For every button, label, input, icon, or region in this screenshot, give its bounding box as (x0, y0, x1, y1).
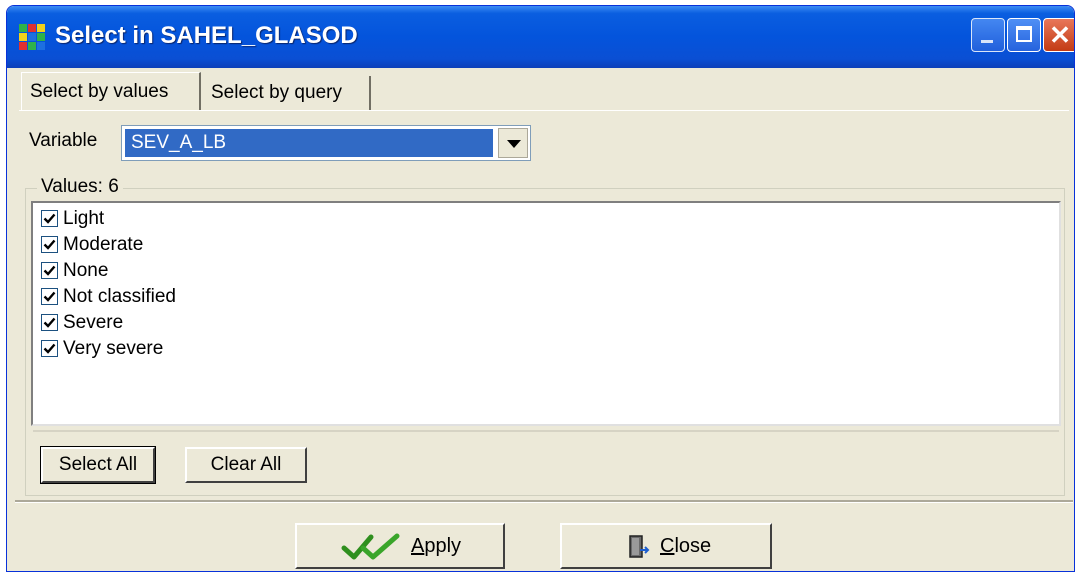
title-bar[interactable]: Select in SAHEL_GLASOD ✕ (7, 6, 1074, 68)
checkmark-icon (43, 239, 56, 250)
list-item-label: Very severe (63, 338, 164, 359)
checkbox[interactable] (41, 210, 58, 227)
maximize-button[interactable] (1007, 18, 1041, 52)
apply-label: Apply (411, 535, 462, 557)
list-bottom-divider (33, 430, 1059, 432)
close-icon: ✕ (1049, 20, 1071, 50)
values-count-label: Values: 6 (37, 176, 123, 198)
dropdown-button[interactable] (498, 128, 528, 158)
tab-panel-border (19, 110, 1069, 111)
checkbox[interactable] (41, 288, 58, 305)
tab-select-by-query[interactable]: Select by query (205, 76, 371, 110)
checkbox[interactable] (41, 236, 58, 253)
checkbox[interactable] (41, 340, 58, 357)
checkmark-icon (43, 265, 56, 276)
list-item-label: Moderate (63, 234, 144, 255)
minimize-icon (981, 40, 993, 43)
window-title: Select in SAHEL_GLASOD (55, 22, 358, 49)
footer-separator (15, 500, 1073, 503)
double-check-icon (341, 533, 400, 560)
list-item-label: None (63, 260, 109, 281)
variable-selected-value[interactable]: SEV_A_LB (125, 129, 493, 157)
close-button[interactable]: Close (560, 523, 772, 569)
door-exit-icon (629, 535, 650, 558)
list-item-label: Light (63, 208, 105, 229)
checkbox[interactable] (41, 314, 58, 331)
list-item-label: Not classified (63, 286, 176, 307)
maximize-icon (1016, 26, 1032, 42)
checkmark-icon (43, 317, 56, 328)
app-grid-icon (19, 24, 45, 50)
close-window-button[interactable]: ✕ (1043, 18, 1074, 52)
values-list[interactable]: Light Moderate None Not classified Sever… (31, 201, 1061, 426)
checkmark-icon (43, 213, 56, 224)
variable-dropdown[interactable]: SEV_A_LB (121, 125, 531, 161)
clear-all-button[interactable]: Clear All (185, 447, 307, 483)
select-dialog: Select in SAHEL_GLASOD ✕ Select by value… (6, 5, 1075, 572)
minimize-button[interactable] (971, 18, 1005, 52)
variable-label: Variable (29, 130, 98, 151)
list-item-label: Severe (63, 312, 124, 333)
checkmark-icon (43, 291, 56, 302)
tab-select-by-values[interactable]: Select by values (21, 72, 201, 110)
close-label: Close (660, 535, 712, 557)
chevron-down-icon (507, 140, 521, 148)
select-all-button[interactable]: Select All (40, 446, 156, 484)
checkmark-icon (43, 343, 56, 354)
checkbox[interactable] (41, 262, 58, 279)
apply-button[interactable]: Apply (295, 523, 505, 569)
